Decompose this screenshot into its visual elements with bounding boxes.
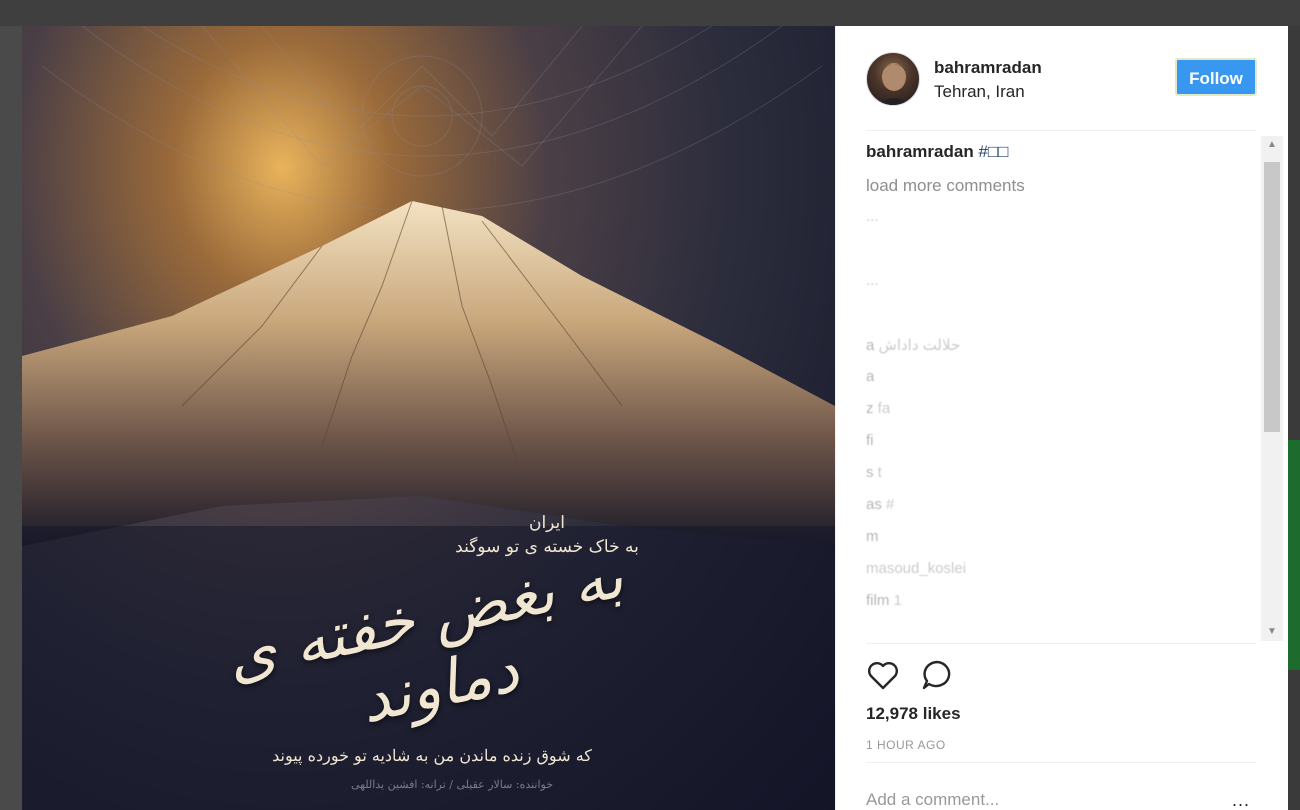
comment-text: ... [866,208,879,225]
comment-item[interactable]: m [866,528,1226,560]
comment-text: masoud_koslei [866,560,967,577]
comment-username[interactable]: film [866,592,889,609]
comment-username[interactable]: s [866,464,874,481]
comment-username[interactable]: m [866,528,879,545]
avatar[interactable] [866,52,920,106]
location-link[interactable]: Tehran, Iran [934,82,1025,102]
poster-subtitle-line-1: ایران [528,513,566,533]
post-photo[interactable]: ایران به خاک خسته ی تو سوگند به بغض خفته… [22,26,835,810]
scroll-down-arrow-icon[interactable]: ▼ [1261,623,1283,641]
page-backdrop-accent [1288,440,1300,670]
page-backdrop-top [0,0,1300,26]
post-side-panel: bahramradan Tehran, Iran Follow bahramra… [835,26,1288,810]
page-backdrop-right [1288,26,1300,810]
actions-divider [866,643,1256,644]
comment-item[interactable]: ... [866,208,1226,240]
comment-text: ... [866,272,879,289]
comment-rows: ... ... a حلالت داداش a z fa fi s t as # m m… [866,208,1226,624]
comment-item[interactable]: fi [866,432,1226,464]
comments-scrollbar[interactable]: ▲ ▼ [1261,136,1283,641]
comment-item[interactable] [866,240,1226,272]
comment-item[interactable]: as # [866,496,1226,528]
comment-username[interactable]: z [866,400,874,417]
caption-hashtag[interactable]: #□□ [978,142,1008,161]
comment-username[interactable]: a [866,337,874,354]
comment-text: fa [877,400,891,417]
avatar-figure [877,63,911,105]
comment-item[interactable]: z fa [866,400,1226,432]
comment-item[interactable]: a حلالت داداش [866,336,1226,368]
post-timestamp[interactable]: 1 HOUR AGO [866,738,946,752]
mountain-shape [22,201,835,546]
comment-item[interactable]: a [866,368,1226,400]
comment-text: # [886,496,895,513]
scroll-up-arrow-icon[interactable]: ▲ [1261,136,1283,154]
post-caption: bahramradan #□□ [866,142,1226,162]
caption-username[interactable]: bahramradan [866,142,974,161]
follow-button[interactable]: Follow [1175,58,1257,96]
comment-item[interactable]: masoud_koslei [866,560,1226,592]
comment-item[interactable]: ... [866,272,1226,304]
load-more-comments-link[interactable]: load more comments [866,176,1226,196]
likes-count[interactable]: 12,978 likes [866,704,961,724]
comment-text: حلالت داداش [878,337,961,354]
comment-text: t [877,464,882,481]
comment-item[interactable]: s t [866,464,1226,496]
header-divider [866,130,1256,131]
username-link[interactable]: bahramradan [934,58,1042,78]
scroll-thumb[interactable] [1264,162,1280,432]
comment-username[interactable]: fi [866,432,874,449]
comment-bubble-icon[interactable] [920,658,954,692]
poster-verse: که شوق زنده ماندن من به شادیه تو خورده پ… [272,746,592,765]
add-comment-input[interactable]: Add a comment... [866,790,999,810]
ceiling-pattern [41,26,823,212]
comment-username[interactable]: as [866,496,882,513]
comments-list: bahramradan #□□ load more comments ... .… [866,142,1226,642]
comment-input-divider [866,762,1256,763]
post-modal: ایران به خاک خسته ی تو سوگند به بغض خفته… [22,26,1288,810]
poster-credit: خواننده: سالار عقیلی / ترانه: افشین یدال… [350,778,554,791]
comment-text: 1 [893,592,902,609]
more-options-icon[interactable]: ... [1232,790,1250,810]
like-heart-icon[interactable] [866,658,900,692]
comment-username[interactable]: a [866,368,874,385]
post-header: bahramradan Tehran, Iran Follow [866,50,1266,110]
comment-item[interactable] [866,304,1226,336]
comment-item[interactable]: film 1 [866,592,1226,624]
